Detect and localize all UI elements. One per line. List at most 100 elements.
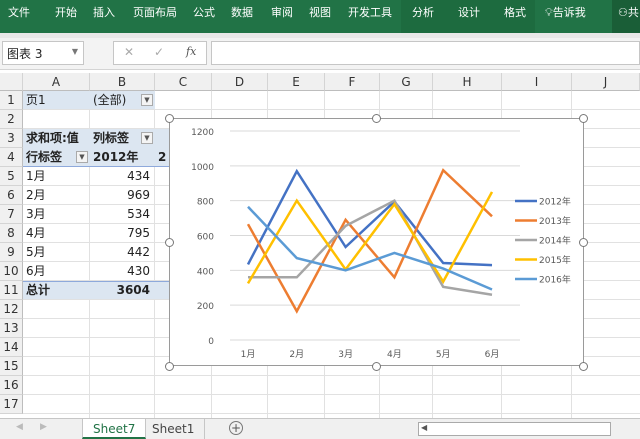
- resize-handle[interactable]: [372, 362, 381, 371]
- select-all[interactable]: [0, 73, 23, 91]
- row-header[interactable]: 16: [0, 376, 23, 395]
- row-header[interactable]: 17: [0, 395, 23, 414]
- row-header[interactable]: 11: [0, 281, 23, 300]
- row-header[interactable]: 1: [0, 91, 23, 110]
- pivot-col-header-next[interactable]: 2: [155, 148, 169, 167]
- row-filter-icon[interactable]: ▼: [76, 151, 88, 163]
- pivot-row-value[interactable]: 795: [90, 224, 153, 243]
- row-header[interactable]: 12: [0, 300, 23, 319]
- tab-developer[interactable]: 开发工具: [348, 0, 392, 33]
- pivot-filter-value[interactable]: (全部): [90, 91, 145, 110]
- pivot-col-header[interactable]: 2012年: [90, 148, 155, 167]
- scroll-left-icon[interactable]: ◀: [16, 422, 23, 432]
- tab-file[interactable]: 文件: [8, 0, 30, 33]
- name-box[interactable]: 图表 3 ▼: [2, 41, 84, 65]
- resize-handle[interactable]: [372, 114, 381, 123]
- cancel-icon[interactable]: ✕: [124, 45, 134, 59]
- pivot-row-label[interactable]: 6月: [23, 262, 90, 281]
- y-tick-label: 600: [197, 233, 214, 243]
- tab-analyze[interactable]: 分析: [412, 0, 434, 33]
- pivot-row-label[interactable]: 1月: [23, 167, 90, 186]
- series-line-2015年[interactable]: [246, 191, 494, 285]
- resize-handle[interactable]: [165, 362, 174, 371]
- column-header[interactable]: B: [90, 73, 155, 91]
- column-header[interactable]: A: [23, 73, 90, 91]
- pivot-row-label[interactable]: 4月: [23, 224, 90, 243]
- row-header[interactable]: 14: [0, 338, 23, 357]
- tab-formulas[interactable]: 公式: [193, 0, 215, 33]
- row-header[interactable]: 15: [0, 357, 23, 376]
- sheet-tabs-bar: ◀ ▶ Sheet7 Sheet1 + ◀: [0, 418, 640, 439]
- horizontal-scrollbar[interactable]: ◀: [418, 422, 611, 436]
- column-header[interactable]: J: [572, 73, 640, 91]
- column-header[interactable]: I: [502, 73, 572, 91]
- pivot-row-label[interactable]: 2月: [23, 186, 90, 205]
- row-header[interactable]: 10: [0, 262, 23, 281]
- add-sheet-icon[interactable]: +: [229, 421, 243, 435]
- enter-icon[interactable]: ✓: [154, 45, 164, 59]
- row-header[interactable]: 4: [0, 148, 23, 167]
- x-tick-label: 5月: [436, 349, 451, 360]
- row-header[interactable]: 5: [0, 167, 23, 186]
- sheet-tab-sheet7[interactable]: Sheet7: [82, 419, 147, 439]
- tab-format[interactable]: 格式: [504, 0, 526, 33]
- x-tick-label: 3月: [338, 349, 353, 360]
- sheet-tab-sheet1[interactable]: Sheet1: [142, 419, 206, 439]
- tab-page-layout[interactable]: 页面布局: [133, 0, 177, 33]
- pivot-row-value[interactable]: 534: [90, 205, 153, 224]
- pivot-row-value[interactable]: 969: [90, 186, 153, 205]
- pivot-row-value[interactable]: 434: [90, 167, 153, 186]
- column-header[interactable]: F: [325, 73, 380, 91]
- resize-handle[interactable]: [165, 238, 174, 247]
- resize-handle[interactable]: [165, 114, 174, 123]
- filter-dropdown-icon[interactable]: ▼: [141, 94, 153, 106]
- row-header[interactable]: 2: [0, 110, 23, 129]
- chevron-down-icon[interactable]: ▼: [72, 47, 78, 56]
- pivot-row-value[interactable]: 430: [90, 262, 153, 281]
- chart[interactable]: 0 200 400 600 800 1000 1200 1月 2月 3月 4月 5月 6月 2012年 20…: [165, 114, 588, 371]
- resize-handle[interactable]: [579, 114, 588, 123]
- formula-input[interactable]: [211, 41, 640, 65]
- column-header[interactable]: D: [212, 73, 268, 91]
- insert-function-icon[interactable]: fx: [186, 45, 196, 58]
- resize-handle[interactable]: [579, 362, 588, 371]
- row-header[interactable]: 3: [0, 129, 23, 148]
- tab-design[interactable]: 设计: [458, 0, 480, 33]
- tell-me[interactable]: 💡︎告诉我: [545, 0, 586, 33]
- row-header[interactable]: 6: [0, 186, 23, 205]
- column-header[interactable]: C: [155, 73, 212, 91]
- y-tick-label: 1200: [191, 128, 214, 138]
- resize-handle[interactable]: [579, 238, 588, 247]
- tab-home[interactable]: 开始: [55, 0, 77, 33]
- scroll-left-arrow-icon[interactable]: ◀: [421, 423, 427, 432]
- row-header[interactable]: 8: [0, 224, 23, 243]
- tab-insert[interactable]: 插入: [93, 0, 115, 33]
- tab-data[interactable]: 数据: [231, 0, 253, 33]
- pivot-values-label[interactable]: 求和项:值: [23, 129, 90, 148]
- user-add-icon: ⚇: [618, 6, 628, 19]
- pivot-total-label[interactable]: 总计: [23, 281, 90, 300]
- row-header[interactable]: 7: [0, 205, 23, 224]
- series-line-2012年[interactable]: [246, 168, 493, 267]
- y-tick-label: 800: [197, 198, 214, 208]
- grid-line: [23, 394, 640, 395]
- formula-buttons: ✕ ✓ fx: [113, 41, 207, 65]
- row-header[interactable]: 9: [0, 243, 23, 262]
- scroll-right-icon[interactable]: ▶: [40, 422, 47, 432]
- pivot-column-labels[interactable]: 列标签: [90, 129, 145, 148]
- column-header[interactable]: H: [433, 73, 502, 91]
- column-header[interactable]: G: [380, 73, 433, 91]
- column-header[interactable]: E: [268, 73, 325, 91]
- column-filter-icon[interactable]: ▼: [141, 132, 153, 144]
- pivot-filter-label[interactable]: 页1: [23, 91, 90, 110]
- pivot-row-value[interactable]: 442: [90, 243, 153, 262]
- tab-review[interactable]: 审阅: [271, 0, 293, 33]
- formula-bar: 图表 3 ▼ ✕ ✓ fx: [0, 38, 640, 70]
- pivot-total-value[interactable]: 3604: [90, 281, 153, 300]
- pivot-row-labels[interactable]: 行标签: [23, 148, 78, 167]
- pivot-row-label[interactable]: 3月: [23, 205, 90, 224]
- pivot-row-label[interactable]: 5月: [23, 243, 90, 262]
- tab-view[interactable]: 视图: [309, 0, 331, 33]
- row-header[interactable]: 13: [0, 319, 23, 338]
- share-button[interactable]: ⚇共: [612, 0, 640, 33]
